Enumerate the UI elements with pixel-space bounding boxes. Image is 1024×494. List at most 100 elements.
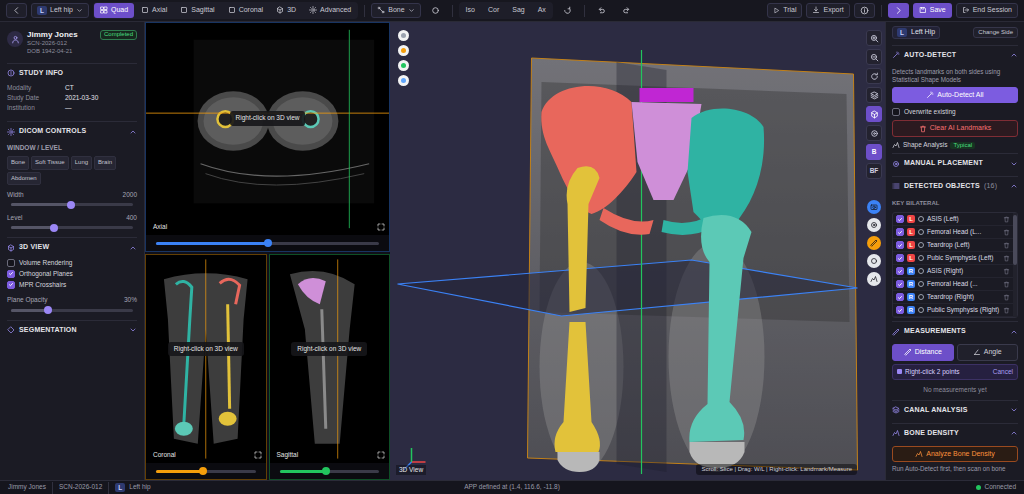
view-tool-button[interactable] xyxy=(866,87,882,103)
visibility-icon[interactable] xyxy=(918,294,924,300)
view-tool-button[interactable] xyxy=(866,106,882,122)
checkbox[interactable] xyxy=(896,306,904,314)
option-checkbox-row[interactable]: MPR Crosshairs xyxy=(7,279,137,290)
bone-model[interactable] xyxy=(567,166,600,312)
viewport-image[interactable]: Right-click on 3D viewCoronal xyxy=(146,255,266,463)
bone-model[interactable] xyxy=(689,215,751,442)
shape-analysis-row[interactable]: Shape AnalysisTypical xyxy=(892,140,1018,150)
visibility-icon[interactable] xyxy=(918,307,924,313)
clear-landmarks-button[interactable]: Clear AI Landmarks xyxy=(892,120,1018,137)
section-header[interactable]: MANUAL PLACEMENT xyxy=(892,153,1018,173)
window-slider[interactable] xyxy=(11,226,133,229)
preset-button[interactable]: Soft Tissue xyxy=(31,156,69,170)
checkbox[interactable] xyxy=(896,293,904,301)
bone-model[interactable] xyxy=(555,322,600,452)
view-tool-button[interactable]: BF xyxy=(866,163,882,179)
visibility-icon[interactable] xyxy=(918,229,924,235)
section-header[interactable]: STUDY INFO xyxy=(7,63,137,83)
side-dropdown[interactable]: LLeft hip xyxy=(31,3,89,18)
side-selector[interactable]: LLeft Hip xyxy=(892,26,940,39)
section-header[interactable]: BONE DENSITY xyxy=(892,423,1018,443)
orientation-button[interactable] xyxy=(398,30,409,41)
view-tab[interactable]: Quad xyxy=(94,3,134,17)
view-tab[interactable]: Coronal xyxy=(222,3,270,17)
export-button[interactable]: Export xyxy=(806,3,849,17)
measure-mode-button[interactable]: Distance xyxy=(892,344,954,361)
analyze-density-button[interactable]: Analyze Bone Density xyxy=(892,446,1018,463)
checkbox[interactable] xyxy=(7,270,15,278)
quick-tool-button[interactable] xyxy=(867,254,881,268)
orientation-button[interactable]: Cor xyxy=(482,3,505,17)
scrollbar[interactable] xyxy=(1013,213,1017,317)
checkbox[interactable] xyxy=(896,267,904,275)
section-header[interactable]: DICOM CONTROLS xyxy=(7,121,137,141)
slice-slider[interactable] xyxy=(156,470,256,473)
viewport[interactable]: Right-click on 3D viewAxial xyxy=(145,22,390,252)
measure-mode-button[interactable]: Angle xyxy=(957,344,1019,361)
orientation-button[interactable] xyxy=(398,60,409,71)
undo-button[interactable] xyxy=(591,3,612,18)
slider-thumb[interactable] xyxy=(264,239,272,247)
slice-slider[interactable] xyxy=(156,242,379,245)
checkbox[interactable] xyxy=(896,241,904,249)
scrollbar-thumb[interactable] xyxy=(1013,215,1017,265)
end-session-button[interactable]: End Session xyxy=(956,3,1018,17)
checkbox[interactable] xyxy=(896,215,904,223)
preset-button[interactable]: Bone xyxy=(7,156,29,170)
object-row[interactable]: RASIS (Right) xyxy=(893,265,1013,278)
section-header[interactable]: SEGMENTATION xyxy=(7,320,137,340)
overwrite-checkbox-row[interactable]: Overwrite existing xyxy=(892,106,1018,117)
slice-slider[interactable] xyxy=(280,470,380,473)
slider-thumb[interactable] xyxy=(50,224,58,232)
object-row[interactable]: RPublic Symphysis (Right) xyxy=(893,304,1013,317)
bone-model[interactable] xyxy=(600,208,654,235)
view-tab[interactable]: 3D xyxy=(270,3,302,17)
preset-dropdown[interactable]: Bone xyxy=(371,3,420,17)
orientation-button[interactable]: Ax xyxy=(532,3,552,17)
slider-thumb[interactable] xyxy=(44,306,52,314)
view-tool-button[interactable] xyxy=(866,30,882,46)
option-checkbox-row[interactable]: Orthogonal Planes xyxy=(7,268,137,279)
visibility-icon[interactable] xyxy=(918,281,924,287)
view-tab[interactable]: Advanced xyxy=(303,3,357,17)
viewport[interactable]: Right-click on 3D viewSagittal xyxy=(269,254,391,480)
section-header[interactable]: MEASUREMENTS xyxy=(892,321,1018,341)
visibility-icon[interactable] xyxy=(918,242,924,248)
bone-model[interactable] xyxy=(640,88,694,102)
checkbox[interactable] xyxy=(7,259,15,267)
orientation-button[interactable] xyxy=(398,75,409,86)
object-row[interactable]: LPubic Symphysis (Left) xyxy=(893,252,1013,265)
visibility-icon[interactable] xyxy=(918,268,924,274)
view-tool-button[interactable] xyxy=(866,68,882,84)
object-row[interactable]: RTeardrop (Right) xyxy=(893,291,1013,304)
object-row[interactable]: RFemoral Head (... xyxy=(893,278,1013,291)
preset-button[interactable]: Brain xyxy=(94,156,116,170)
bone-model[interactable] xyxy=(558,452,600,472)
section-header[interactable]: 3D VIEW xyxy=(7,237,137,257)
checkbox[interactable] xyxy=(7,281,15,289)
section-header[interactable]: AUTO-DETECT xyxy=(892,45,1018,65)
slider-thumb[interactable] xyxy=(199,467,207,475)
view-tool-button[interactable]: B xyxy=(866,144,882,160)
visibility-icon[interactable] xyxy=(918,255,924,261)
checkbox[interactable] xyxy=(896,280,904,288)
orientation-button[interactable] xyxy=(398,45,409,56)
preset-button[interactable]: Abdomen xyxy=(7,172,41,186)
next-button[interactable] xyxy=(888,3,909,18)
checkbox[interactable] xyxy=(896,254,904,262)
save-button[interactable]: Save xyxy=(913,3,952,17)
opacity-slider[interactable] xyxy=(11,309,133,312)
info-button[interactable] xyxy=(854,3,875,18)
slider-thumb[interactable] xyxy=(67,201,75,209)
section-header[interactable]: CANAL ANALYSIS xyxy=(892,400,1018,420)
preset-button[interactable]: Lung xyxy=(71,156,92,170)
quick-tool-button[interactable] xyxy=(867,218,881,232)
3d-view[interactable]: 3D ViewScroll: Slice | Drag: W/L | Right… xyxy=(390,22,863,480)
option-checkbox-row[interactable]: Volume Rendering xyxy=(7,257,137,268)
change-side-button[interactable]: Change Side xyxy=(973,27,1018,39)
trial-button[interactable]: Trial xyxy=(767,3,802,17)
viewport-image[interactable]: Right-click on 3D viewAxial xyxy=(146,23,389,235)
view-tool-button[interactable] xyxy=(866,49,882,65)
object-row[interactable]: LASIS (Left) xyxy=(893,213,1013,226)
visibility-icon[interactable] xyxy=(918,216,924,222)
